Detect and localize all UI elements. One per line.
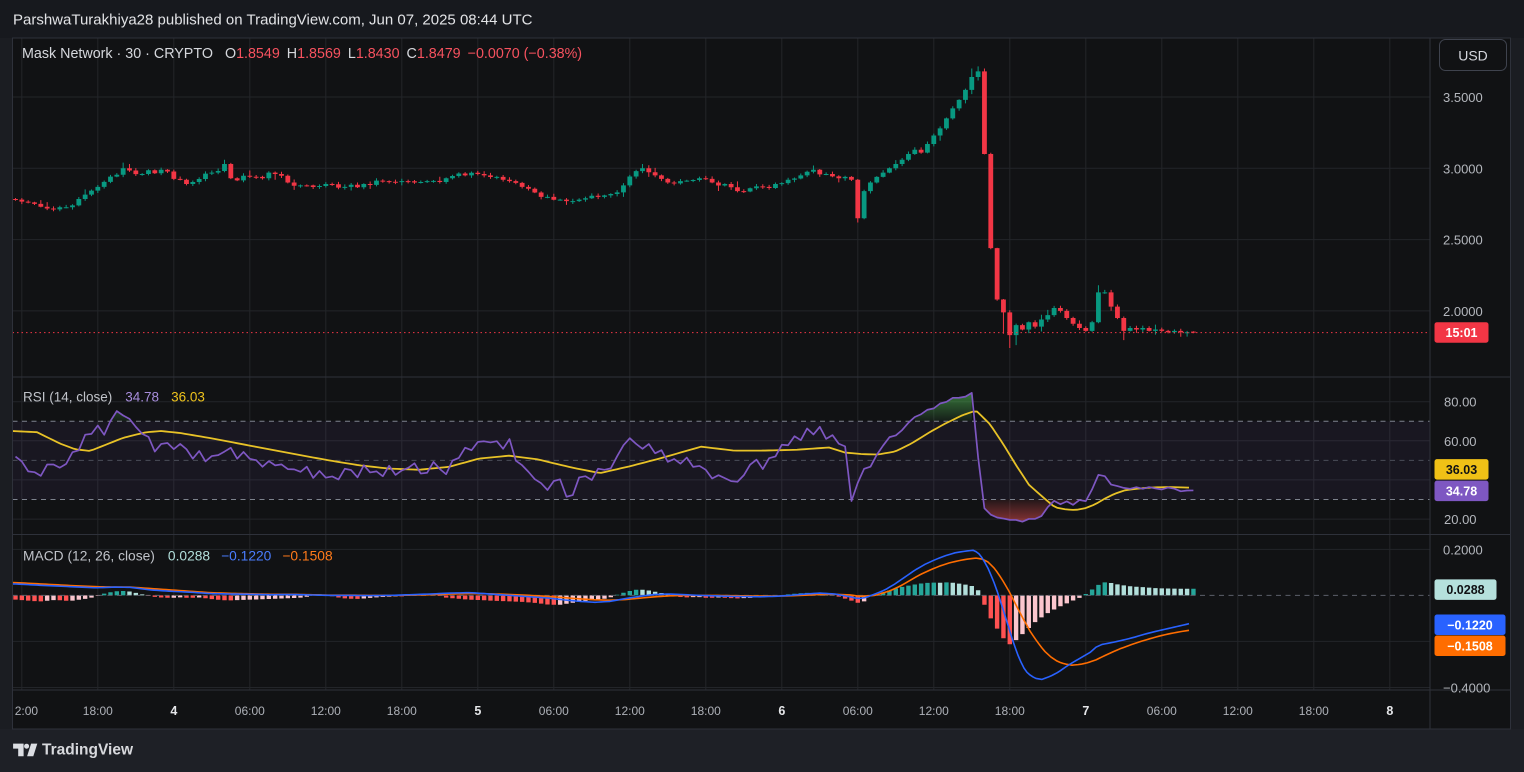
svg-text:80.00: 80.00 [1444, 395, 1477, 410]
svg-text:5: 5 [474, 704, 481, 718]
svg-text:18:00: 18:00 [995, 704, 1025, 718]
svg-text:20.00: 20.00 [1444, 512, 1477, 527]
svg-text:06:00: 06:00 [843, 704, 873, 718]
svg-text:7: 7 [1082, 704, 1089, 718]
svg-text:18:00: 18:00 [83, 704, 113, 718]
svg-text:12:00: 12:00 [615, 704, 645, 718]
svg-text:3.5000: 3.5000 [1443, 90, 1483, 105]
svg-text:12:00: 12:00 [1223, 704, 1253, 718]
svg-text:−0.4000: −0.4000 [1443, 680, 1490, 695]
svg-text:18:00: 18:00 [691, 704, 721, 718]
svg-text:−0.1220: −0.1220 [1447, 618, 1493, 632]
svg-text:MACD (12, 26, close)0.0288−0.1: MACD (12, 26, close)0.0288−0.1220−0.1508 [23, 548, 333, 563]
svg-text:12:00: 12:00 [919, 704, 949, 718]
svg-text:15:01: 15:01 [1446, 326, 1478, 340]
svg-text:3.0000: 3.0000 [1443, 161, 1483, 176]
svg-text:8: 8 [1386, 704, 1393, 718]
svg-text:60.00: 60.00 [1444, 434, 1477, 449]
svg-text:4: 4 [170, 704, 177, 718]
svg-text:USD: USD [1458, 48, 1488, 64]
svg-text:−0.1508: −0.1508 [1447, 639, 1493, 653]
svg-text:12:00: 12:00 [311, 704, 341, 718]
svg-text:2.0000: 2.0000 [1443, 304, 1483, 319]
svg-text:18:00: 18:00 [387, 704, 417, 718]
svg-text:0.2000: 0.2000 [1443, 542, 1483, 557]
svg-text:36.03: 36.03 [1446, 463, 1477, 477]
svg-text:ParshwaTurakhiya28 published o: ParshwaTurakhiya28 published on TradingV… [13, 12, 533, 29]
svg-text:2.5000: 2.5000 [1443, 233, 1483, 248]
svg-text:Mask Network · 30 · CRYPTOO1.8: Mask Network · 30 · CRYPTOO1.8549H1.8569… [22, 46, 582, 62]
svg-text:6: 6 [778, 704, 785, 718]
svg-text:2:00: 2:00 [15, 704, 39, 718]
svg-text:06:00: 06:00 [539, 704, 569, 718]
svg-text:34.78: 34.78 [1446, 484, 1477, 498]
svg-text:06:00: 06:00 [1147, 704, 1177, 718]
svg-text:0.0288: 0.0288 [1446, 583, 1484, 597]
svg-text:18:00: 18:00 [1299, 704, 1329, 718]
svg-text:TradingView: TradingView [42, 742, 134, 759]
svg-text:06:00: 06:00 [235, 704, 265, 718]
